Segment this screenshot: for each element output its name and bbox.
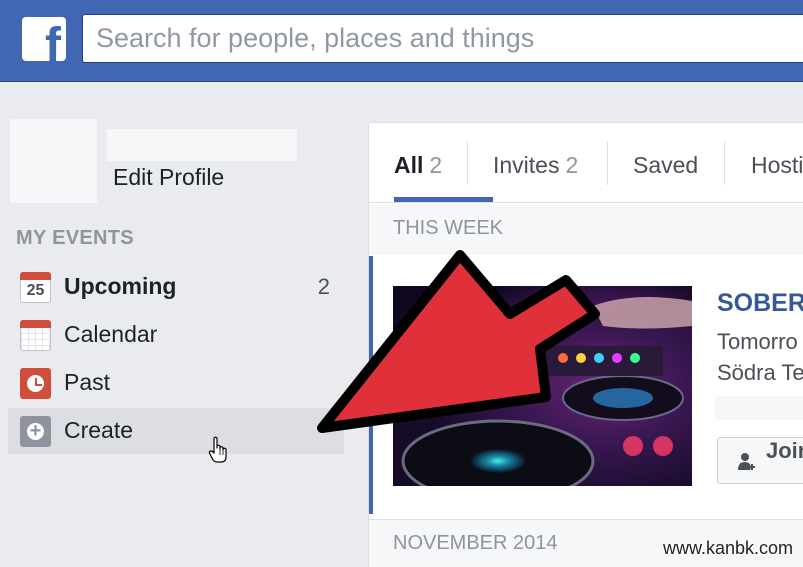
- sidebar-item-upcoming[interactable]: 25 Upcoming 2: [8, 264, 344, 310]
- top-navigation-bar: f: [0, 0, 803, 82]
- active-tab-indicator: [394, 197, 493, 202]
- tab-divider: [467, 141, 468, 185]
- watermark-text: www.kanbk.com: [662, 538, 793, 558]
- tab-invites[interactable]: Invites 2: [493, 123, 578, 202]
- sidebar-item-label: Calendar: [64, 321, 158, 347]
- tab-saved[interactable]: Saved: [633, 123, 698, 202]
- event-location[interactable]: Södra Te: [717, 360, 803, 386]
- hand-cursor-icon: [208, 436, 227, 463]
- profile-name[interactable]: [107, 129, 297, 161]
- red-pointer-arrow-icon: [317, 250, 600, 433]
- search-box[interactable]: [82, 14, 803, 63]
- edit-profile-link[interactable]: Edit Profile: [113, 164, 224, 191]
- section-label: THIS WEEK: [393, 217, 504, 239]
- events-tabs: All 2 Invites 2 Saved Hosti: [369, 123, 803, 203]
- person-add-icon: [738, 453, 755, 470]
- tab-divider: [724, 141, 725, 185]
- event-meta-placeholder: [715, 396, 803, 420]
- sidebar-item-label: Past: [64, 369, 111, 395]
- sidebar-item-create[interactable]: + Create: [8, 408, 344, 454]
- tab-hosting[interactable]: Hosti: [751, 123, 803, 202]
- tab-divider: [607, 141, 608, 185]
- sidebar-item-calendar[interactable]: Calendar: [8, 312, 344, 358]
- date-icon: 25: [20, 272, 51, 303]
- join-button[interactable]: Join: [717, 437, 803, 484]
- profile-avatar[interactable]: [10, 119, 97, 203]
- sidebar-item-label: Create: [64, 417, 134, 443]
- clock-icon: [20, 368, 51, 399]
- calendar-icon: [20, 320, 51, 351]
- my-events-heading: MY EVENTS: [16, 227, 134, 249]
- sidebar-item-label: Upcoming: [64, 273, 177, 299]
- search-input[interactable]: [83, 15, 803, 62]
- plus-icon: +: [20, 416, 51, 447]
- sidebar-item-past[interactable]: Past: [8, 360, 344, 406]
- section-label: NOVEMBER 2014: [393, 532, 558, 554]
- facebook-logo-icon[interactable]: f: [22, 17, 66, 61]
- event-date: Tomorro: [717, 329, 798, 354]
- tab-all[interactable]: All 2: [394, 123, 493, 202]
- event-title-link[interactable]: SOBER: [717, 289, 803, 318]
